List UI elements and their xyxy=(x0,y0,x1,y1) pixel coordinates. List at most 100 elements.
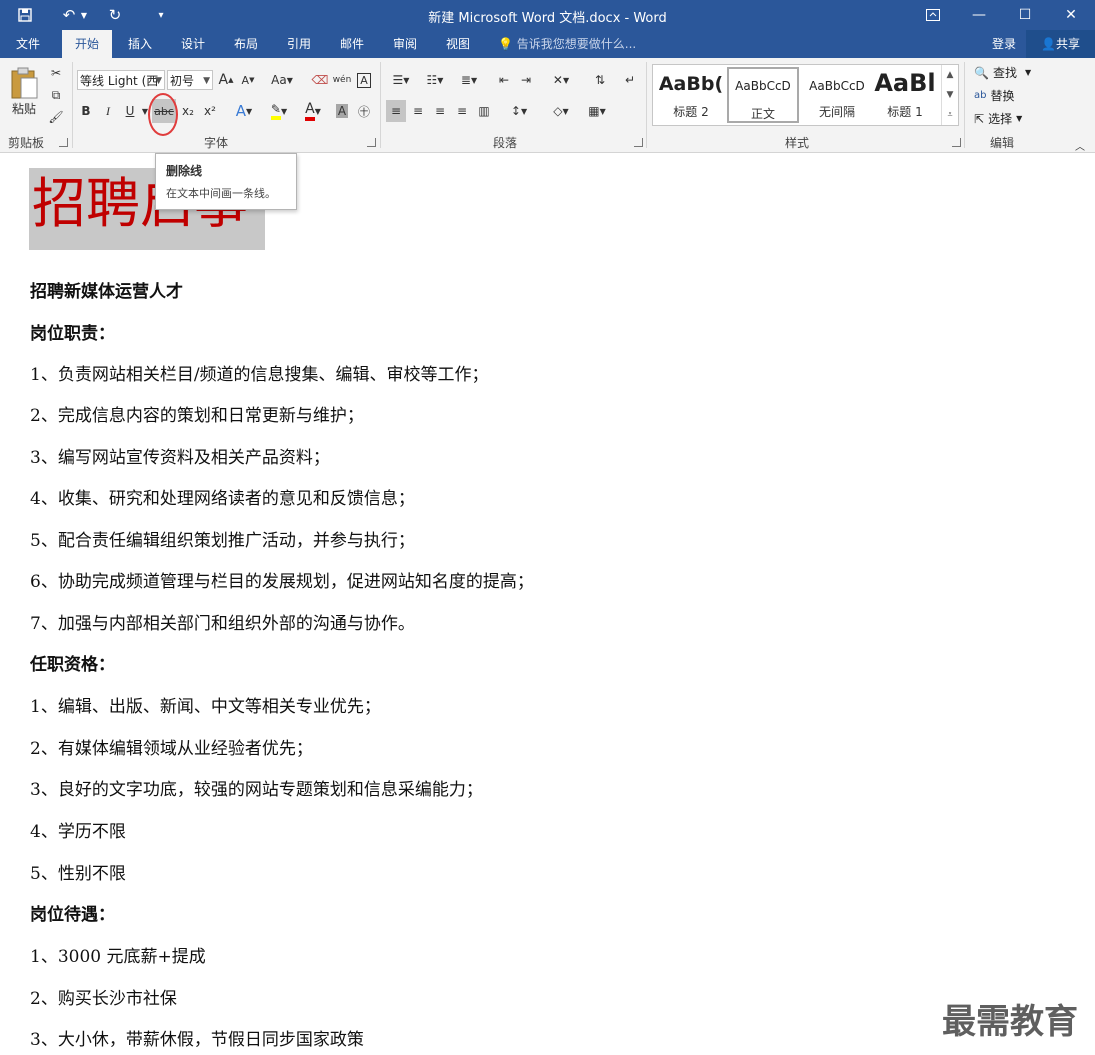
minimize-icon[interactable]: — xyxy=(956,0,1002,30)
style-normal[interactable]: AaBbCcD 正文 xyxy=(727,67,799,123)
font-color-icon[interactable]: A ▼ xyxy=(298,100,328,122)
search-icon: 🔍 xyxy=(974,65,989,80)
phonetic-guide-button[interactable]: wén xyxy=(332,69,352,91)
tab-design[interactable]: 设计 xyxy=(171,30,215,58)
section-heading[interactable]: 招聘新媒体运营人才 xyxy=(30,281,183,303)
decrease-indent-icon[interactable]: ⇤ xyxy=(494,69,514,91)
tell-me-search[interactable]: 💡 告诉我您想要做什么... xyxy=(498,30,636,58)
tab-insert[interactable]: 插入 xyxy=(118,30,162,58)
superscript-button[interactable]: x² xyxy=(200,100,220,122)
align-right-icon[interactable]: ≡ xyxy=(430,100,450,122)
font-name-value: 等线 Light (西 xyxy=(80,74,159,88)
sort-icon[interactable]: ⇅ xyxy=(590,69,610,91)
ribbon-display-options-icon[interactable] xyxy=(910,0,956,30)
font-size-select[interactable]: 初号 ▼ xyxy=(167,70,213,90)
section-heading[interactable]: 岗位职责： xyxy=(30,323,115,345)
chevron-down-icon: ▼ xyxy=(203,76,210,86)
tab-review[interactable]: 审阅 xyxy=(383,30,427,58)
font-name-select[interactable]: 等线 Light (西 ▼ xyxy=(77,70,165,90)
underline-button[interactable]: U xyxy=(120,100,140,122)
paragraph-line[interactable]: 3、良好的文字功底，较强的网站专题策划和信息采编能力； xyxy=(30,779,483,801)
paragraph-launcher-icon[interactable] xyxy=(634,138,643,147)
group-divider xyxy=(964,62,965,148)
show-marks-icon[interactable]: ↵ xyxy=(620,69,640,91)
change-case-button[interactable]: Aa ▼ xyxy=(266,69,298,91)
copy-icon[interactable]: ⧉ xyxy=(46,84,66,106)
cut-icon[interactable]: ✂ xyxy=(46,62,66,84)
paragraph-line[interactable]: 5、配合责任编辑组织策划推广活动，并参与执行； xyxy=(30,530,415,552)
shading-icon[interactable]: ◇ ▼ xyxy=(546,100,576,122)
highlight-color-icon[interactable]: ✎ ▼ xyxy=(264,100,294,122)
justify-icon[interactable]: ≡ xyxy=(452,100,472,122)
numbering-icon[interactable]: ☷ ▼ xyxy=(420,69,450,91)
style-heading-1[interactable]: AaBl 标题 1 xyxy=(869,67,941,123)
bullets-icon[interactable]: ☰ ▼ xyxy=(386,69,416,91)
paragraph-line[interactable]: 2、完成信息内容的策划和日常更新与维护； xyxy=(30,405,364,427)
bold-button[interactable]: B xyxy=(76,100,96,122)
paragraph-line[interactable]: 7、加强与内部相关部门和组织外部的沟通与协作。 xyxy=(30,613,415,635)
shrink-font-label: A xyxy=(241,73,250,87)
tab-view[interactable]: 视图 xyxy=(436,30,480,58)
paragraph-line[interactable]: 1、编辑、出版、新闻、中文等相关专业优先； xyxy=(30,696,381,718)
paragraph-line[interactable]: 4、学历不限 xyxy=(30,821,126,843)
paragraph-line[interactable]: 2、购买长沙市社保 xyxy=(30,988,177,1010)
section-heading[interactable]: 岗位待遇： xyxy=(30,904,115,926)
text-effects-icon[interactable]: A ▼ xyxy=(230,100,258,122)
tab-references[interactable]: 引用 xyxy=(277,30,321,58)
tab-mailings[interactable]: 邮件 xyxy=(330,30,374,58)
line-spacing-icon[interactable]: ↕ ▼ xyxy=(504,100,534,122)
maximize-icon[interactable]: ☐ xyxy=(1002,0,1048,30)
login-link[interactable]: 登录 xyxy=(992,30,1016,58)
character-shading-icon[interactable]: A xyxy=(332,100,352,122)
group-divider xyxy=(380,62,381,148)
clear-formatting-icon[interactable]: ⌫ xyxy=(310,69,330,91)
lightbulb-icon: 💡 xyxy=(498,37,513,51)
document-page[interactable]: 招聘启事 招聘新媒体运营人才 岗位职责： 1、负责网站相关栏目/频道的信息搜集、编辑… xyxy=(0,153,1095,1055)
tab-home[interactable]: 开始 xyxy=(62,30,112,58)
subscript-button[interactable]: x₂ xyxy=(178,100,198,122)
asian-layout-icon[interactable]: ✕ ▼ xyxy=(546,69,576,91)
increase-indent-icon[interactable]: ⇥ xyxy=(516,69,536,91)
replace-button[interactable]: ab 替换 xyxy=(974,87,1015,104)
font-launcher-icon[interactable] xyxy=(367,138,376,147)
italic-button[interactable]: I xyxy=(98,100,118,122)
multilevel-list-icon[interactable]: ≣ ▼ xyxy=(454,69,484,91)
align-center-icon[interactable]: ≡ xyxy=(408,100,428,122)
section-heading[interactable]: 任职资格： xyxy=(30,654,115,676)
paragraph-line[interactable]: 4、收集、研究和处理网络读者的意见和反馈信息； xyxy=(30,488,415,510)
styles-gallery[interactable]: AaBb( 标题 2 AaBbCcD 正文 AaBbCcD 无间隔 AaBl 标… xyxy=(652,64,959,126)
style-heading-2[interactable]: AaBb( 标题 2 xyxy=(655,67,727,123)
character-border-icon[interactable]: A xyxy=(354,69,374,91)
styles-launcher-icon[interactable] xyxy=(952,138,961,147)
paste-button[interactable]: 粘贴 xyxy=(6,62,42,120)
share-button[interactable]: 👤共享 xyxy=(1026,30,1095,58)
borders-icon[interactable]: ▦ ▼ xyxy=(582,100,612,122)
tab-layout[interactable]: 布局 xyxy=(224,30,268,58)
style-no-spacing[interactable]: AaBbCcD 无间隔 xyxy=(801,67,873,123)
distributed-icon[interactable]: ▥ xyxy=(474,100,494,122)
paragraph-line[interactable]: 2、有媒体编辑领域从业经验者优先； xyxy=(30,738,313,760)
shrink-font-button[interactable]: A ▼ xyxy=(238,69,258,91)
tab-file[interactable]: 文件 xyxy=(6,30,50,58)
paragraph-line[interactable]: 5、性别不限 xyxy=(30,863,126,885)
paragraph-line[interactable]: 6、协助完成频道管理与栏目的发展规划，促进网站知名度的提高； xyxy=(30,571,534,593)
find-button[interactable]: 🔍 查找 ▼ xyxy=(974,64,1031,81)
paragraph-line[interactable]: 1、3000 元底薪+提成 xyxy=(30,946,206,968)
enclose-characters-icon[interactable]: ㊉ xyxy=(354,100,374,122)
gallery-down-icon[interactable]: ▼ xyxy=(941,85,958,105)
select-button[interactable]: ⇱ 选择 ▼ xyxy=(974,110,1022,127)
align-left-icon[interactable]: ≡ xyxy=(386,100,406,122)
grow-font-button[interactable]: A ▲ xyxy=(216,69,236,91)
close-icon[interactable]: ✕ xyxy=(1048,0,1094,30)
highlight-circle xyxy=(148,93,178,136)
clipboard-launcher-icon[interactable] xyxy=(59,138,68,147)
share-label: 共享 xyxy=(1055,37,1080,51)
clipboard-group-label: 剪贴板 xyxy=(8,136,45,150)
gallery-up-icon[interactable]: ▲ xyxy=(941,65,958,85)
paragraph-line[interactable]: 3、编写网站宣传资料及相关产品资料； xyxy=(30,447,330,469)
replace-icon: ab xyxy=(974,90,987,101)
gallery-more-icon[interactable]: ⩡ xyxy=(941,105,958,125)
paragraph-line[interactable]: 1、负责网站相关栏目/频道的信息搜集、编辑、审校等工作； xyxy=(30,364,489,386)
format-painter-icon[interactable]: 🖌 xyxy=(46,106,66,128)
paragraph-line[interactable]: 3、大小休，带薪休假，节假日同步国家政策 xyxy=(30,1029,364,1051)
